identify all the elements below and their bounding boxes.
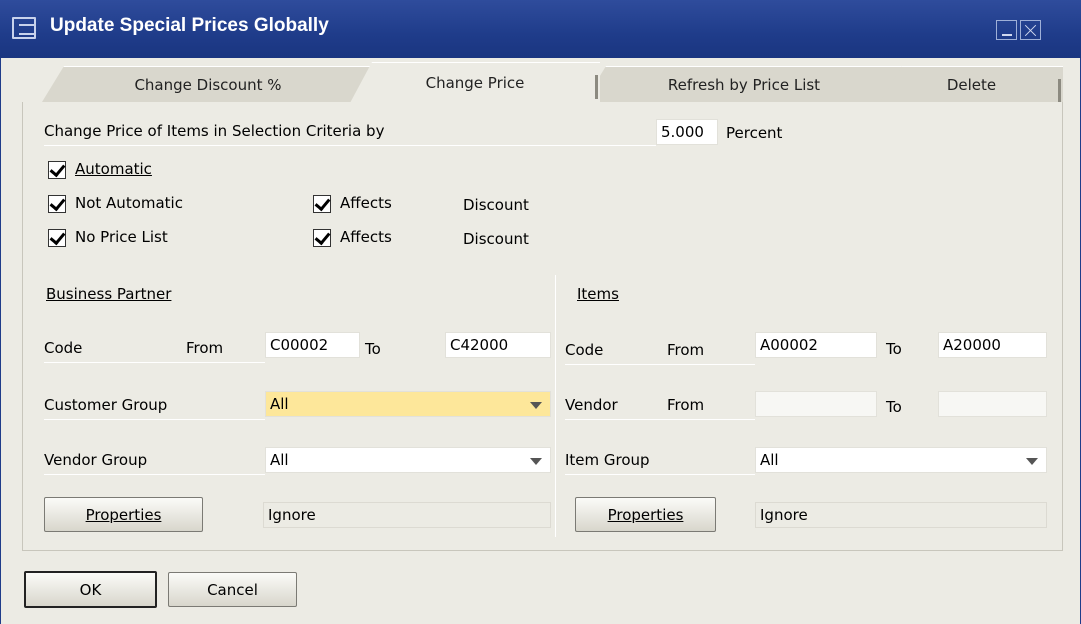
automatic-label: Automatic [75, 160, 152, 178]
item-group-row: Item Group [565, 451, 755, 475]
items-from-label: From [667, 341, 705, 359]
items-properties-label: Properties [607, 505, 684, 524]
vendor-to-input[interactable] [938, 391, 1047, 417]
bp-from-label: From [186, 339, 224, 357]
item-group-label: Item Group [565, 451, 650, 469]
affects-discount-checkbox-2[interactable] [313, 229, 331, 247]
window-border [0, 58, 1, 624]
title-bar: Update Special Prices Globally [0, 0, 1081, 58]
customer-group-label: Customer Group [44, 396, 168, 414]
items-to-label: To [886, 340, 902, 358]
tab-change-price[interactable]: Change Price [350, 62, 600, 103]
vendor-group-label: Vendor Group [44, 451, 148, 469]
minimize-icon[interactable] [996, 20, 1017, 40]
items-properties-button[interactable]: Properties [575, 497, 716, 532]
tab-change-discount[interactable]: Change Discount % [42, 66, 374, 102]
bp-code-label: Code [44, 339, 83, 357]
affects-label-1: Affects [340, 194, 392, 212]
ok-label: OK [79, 580, 102, 599]
vendor-group-value: All [270, 451, 289, 469]
change-price-row: Change Price of Items in Selection Crite… [44, 122, 656, 146]
items-code-from-input[interactable]: A00002 [755, 332, 877, 358]
tab-panel [22, 102, 1063, 551]
change-price-label: Change Price of Items in Selection Crite… [44, 122, 385, 140]
customer-group-value: All [270, 395, 289, 413]
vendor-row: Vendor From [565, 396, 755, 420]
customer-group-row: Customer Group [44, 396, 265, 420]
tab-label: Change Price [425, 74, 525, 92]
bp-code-row: Code From [44, 339, 265, 363]
bp-properties-field: Ignore [263, 502, 551, 528]
vendor-from-label: From [667, 396, 705, 414]
window-title: Update Special Prices Globally [50, 15, 329, 36]
tab-delete[interactable]: Delete [880, 66, 1063, 102]
cancel-label: Cancel [207, 580, 258, 599]
vendor-to-label: To [886, 398, 902, 416]
customer-group-select[interactable]: All [265, 391, 551, 417]
close-icon[interactable] [1020, 20, 1041, 40]
change-price-input[interactable]: 5.000 [656, 119, 718, 145]
items-properties-field: Ignore [755, 502, 1047, 528]
items-code-label: Code [565, 341, 604, 359]
automatic-checkbox[interactable] [48, 161, 66, 179]
business-partner-heading: Business Partner [46, 285, 172, 303]
affects-label-2: Affects [340, 228, 392, 246]
tab-label: Change Discount % [134, 75, 282, 94]
vendor-from-input[interactable] [755, 391, 877, 417]
tab-label: Delete [946, 75, 997, 94]
affects-discount-checkbox-1[interactable] [313, 195, 331, 213]
tab-label: Refresh by Price List [667, 75, 821, 94]
chevron-down-icon[interactable] [530, 402, 542, 409]
percent-label: Percent [726, 124, 783, 142]
tab-refresh-by-price-list[interactable]: Refresh by Price List [584, 66, 904, 102]
item-group-value: All [760, 451, 779, 469]
ok-button[interactable]: OK [24, 571, 157, 608]
bp-code-from-input[interactable]: C00002 [265, 332, 360, 358]
vendor-label: Vendor [565, 396, 618, 414]
items-code-to-input[interactable]: A20000 [938, 332, 1047, 358]
bp-properties-button[interactable]: Properties [44, 497, 203, 532]
items-heading: Items [577, 285, 619, 303]
not-automatic-label: Not Automatic [75, 194, 183, 212]
no-price-list-checkbox[interactable] [48, 229, 66, 247]
section-divider [555, 275, 556, 537]
chevron-down-icon[interactable] [1026, 458, 1038, 465]
vendor-group-select[interactable]: All [265, 447, 551, 473]
no-price-list-label: No Price List [75, 228, 168, 246]
window-form-icon [12, 17, 36, 39]
bp-code-to-input[interactable]: C42000 [445, 332, 551, 358]
vendor-group-row: Vendor Group [44, 451, 265, 475]
item-group-select[interactable]: All [755, 447, 1047, 473]
cancel-button[interactable]: Cancel [168, 572, 297, 607]
discount-label-1: Discount [463, 196, 529, 214]
bp-properties-label: Properties [85, 505, 162, 524]
items-code-row: Code From [565, 341, 755, 365]
chevron-down-icon[interactable] [530, 458, 542, 465]
discount-label-2: Discount [463, 230, 529, 248]
bp-to-label: To [365, 340, 381, 358]
not-automatic-checkbox[interactable] [48, 195, 66, 213]
